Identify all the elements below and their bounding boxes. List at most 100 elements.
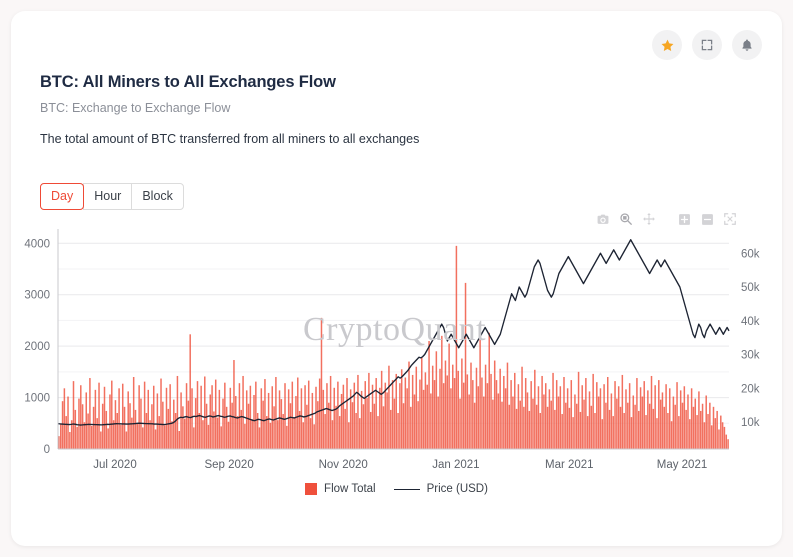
- bar: [503, 375, 505, 449]
- bar: [295, 396, 297, 449]
- bar: [614, 381, 616, 449]
- chart-card: BTC: All Miners to All Exchanges Flow BT…: [11, 11, 782, 546]
- bar: [83, 422, 86, 449]
- bar: [616, 398, 618, 449]
- bar: [390, 409, 392, 449]
- bar: [231, 402, 233, 449]
- bar: [289, 403, 292, 449]
- bar: [134, 409, 137, 449]
- bar: [140, 398, 142, 449]
- zoom-out-button[interactable]: [697, 210, 717, 228]
- zoom-in-button[interactable]: [674, 210, 694, 228]
- bar: [368, 372, 370, 449]
- interval-option-hour[interactable]: Hour: [83, 183, 133, 210]
- bar: [205, 403, 208, 449]
- chart-legend: Flow Total Price (USD): [11, 483, 782, 495]
- bar: [468, 394, 470, 449]
- bar: [654, 385, 656, 449]
- bar: [596, 382, 598, 449]
- bar: [123, 406, 126, 449]
- bar: [452, 364, 454, 449]
- bar: [355, 413, 357, 449]
- bar: [260, 388, 263, 449]
- bar: [74, 409, 77, 449]
- bar: [118, 388, 120, 449]
- bar: [641, 396, 644, 449]
- bar: [251, 419, 253, 449]
- bar: [561, 414, 563, 449]
- autoscale-button[interactable]: [720, 210, 740, 228]
- bar: [501, 401, 503, 449]
- download-plot-button[interactable]: [593, 210, 613, 228]
- bar: [204, 376, 206, 449]
- legend-label-price-usd: Price (USD): [426, 483, 488, 495]
- camera-icon: [597, 214, 609, 224]
- bar: [287, 389, 290, 449]
- bar: [240, 409, 242, 449]
- bar: [676, 382, 678, 449]
- zoom-select-button[interactable]: [616, 210, 636, 228]
- bar: [694, 398, 697, 449]
- bar: [107, 428, 109, 449]
- bar: [382, 406, 385, 449]
- bar: [182, 406, 184, 449]
- bar: [105, 410, 108, 449]
- legend-item-price-usd[interactable]: Price (USD): [393, 483, 488, 495]
- bar: [674, 404, 676, 449]
- bar: [375, 378, 377, 449]
- bar: [639, 387, 642, 449]
- bar: [209, 394, 211, 449]
- bar: [537, 386, 540, 449]
- bar: [707, 414, 709, 449]
- bar: [473, 402, 476, 449]
- bar: [388, 365, 390, 449]
- bar: [151, 404, 153, 449]
- bar: [145, 413, 148, 449]
- bar: [271, 386, 273, 449]
- interval-option-day[interactable]: Day: [40, 183, 85, 210]
- bar: [421, 357, 423, 449]
- bar: [636, 378, 638, 449]
- x-axis-ticks: Jul 2020 Sep 2020 Nov 2020 Jan 2021 Mar 2021…: [93, 459, 707, 471]
- bar: [154, 429, 157, 449]
- y-axis-left-tick-label: 0: [44, 444, 50, 456]
- interval-option-block[interactable]: Block: [131, 183, 184, 210]
- y-axis-left-tick-label: 1000: [24, 393, 50, 405]
- bar: [275, 377, 277, 449]
- bar: [302, 422, 304, 449]
- bar: [238, 383, 241, 449]
- x-axis-tick-label: May 2021: [657, 459, 708, 471]
- bar: [681, 402, 684, 449]
- bar: [92, 406, 95, 449]
- bar: [245, 390, 248, 449]
- bar: [58, 436, 60, 449]
- bar: [236, 416, 239, 449]
- alert-bell-button[interactable]: [732, 30, 762, 60]
- bar: [597, 396, 600, 449]
- bar: [311, 392, 314, 449]
- bar: [98, 382, 100, 449]
- legend-item-flow-total[interactable]: Flow Total: [305, 483, 376, 495]
- bar: [331, 420, 334, 449]
- bar: [477, 386, 480, 449]
- x-axis-tick-label: Sep 2020: [204, 459, 253, 471]
- y-axis-right-ticks: 10k 20k 30k 40k 50k 60k: [741, 248, 760, 429]
- bar: [568, 407, 571, 449]
- bar: [698, 391, 700, 449]
- bar: [366, 398, 368, 449]
- bar: [225, 406, 228, 449]
- bar: [530, 381, 532, 449]
- bar: [486, 383, 489, 449]
- bar: [663, 406, 666, 449]
- y-axis-left-ticks: 0 1000 2000 3000 4000: [24, 238, 50, 456]
- bar: [326, 383, 328, 449]
- favorite-star-button[interactable]: [652, 30, 682, 60]
- bar: [585, 378, 587, 449]
- fullscreen-button[interactable]: [692, 30, 722, 60]
- pan-button[interactable]: [639, 210, 659, 228]
- bar: [439, 368, 441, 449]
- bar: [656, 418, 658, 449]
- bar: [617, 386, 620, 449]
- bar: [701, 403, 704, 449]
- chart-modebar: [593, 210, 740, 228]
